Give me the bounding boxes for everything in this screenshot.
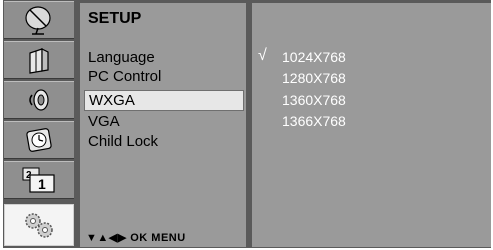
check-mark-icon: √ (258, 47, 267, 64)
menu-item-language[interactable]: Language (88, 49, 155, 67)
sidebar-item-time[interactable] (4, 121, 74, 159)
option-1024x768[interactable]: 1024X768 (282, 49, 346, 65)
option-1280x768[interactable]: 1280X768 (282, 70, 346, 86)
channel-icon: 2 1 (22, 167, 55, 193)
navigation-hint: ▼▲◀▶ OK MENU (86, 232, 186, 244)
wxga-submenu: √ 1024X768 1280X768 1360X768 1366X768 (252, 3, 491, 247)
menu-item-wxga[interactable]: WXGA (84, 90, 244, 111)
clock-icon (26, 128, 52, 152)
satellite-dish-icon (25, 6, 51, 35)
sidebar: 2 1 (4, 1, 74, 247)
sidebar-item-picture[interactable] (4, 41, 74, 79)
setup-gears-icon (25, 213, 53, 238)
sidebar-item-station[interactable] (4, 1, 74, 39)
sound-icon (29, 89, 49, 111)
option-1366x768[interactable]: 1366X768 (282, 113, 346, 129)
sidebar-item-channel[interactable]: 2 1 (4, 161, 74, 199)
menu-item-vga[interactable]: VGA (88, 113, 120, 131)
picture-icon (29, 48, 49, 74)
sidebar-item-sound[interactable] (4, 81, 74, 119)
option-1360x768[interactable]: 1360X768 (282, 92, 346, 108)
setup-menu: SETUP Language PC Control WXGA VGA Child… (80, 3, 246, 247)
sidebar-item-setup[interactable] (4, 204, 74, 246)
menu-item-pc-control[interactable]: PC Control (88, 68, 161, 86)
menu-item-child-lock[interactable]: Child Lock (88, 133, 158, 151)
channel-icon-large-number: 1 (38, 176, 46, 192)
menu-title: SETUP (88, 10, 142, 27)
